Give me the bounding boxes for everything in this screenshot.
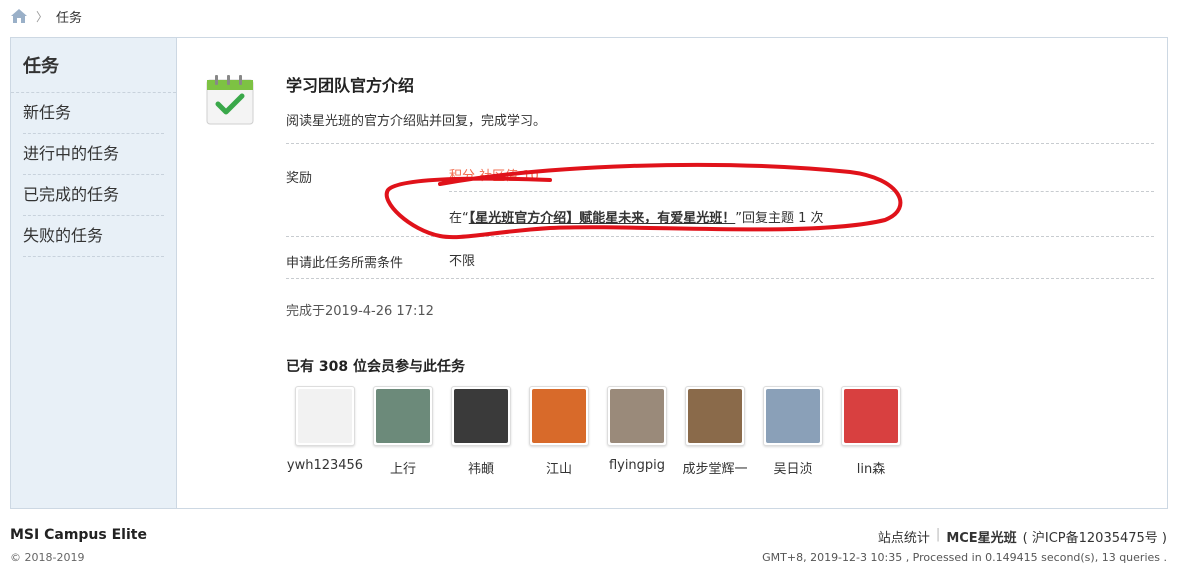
condition-value: 不限	[449, 254, 476, 269]
member-name[interactable]: 江山	[546, 458, 572, 477]
member-name[interactable]: flyingpig	[609, 458, 665, 473]
member-item[interactable]: flyingpig	[598, 386, 676, 477]
avatar[interactable]	[763, 386, 823, 446]
divider	[449, 191, 1154, 192]
member-item[interactable]: lin森	[832, 386, 910, 477]
member-item[interactable]: 江山	[520, 386, 598, 477]
member-name[interactable]: 祎頔	[468, 458, 494, 477]
avatar-image	[766, 389, 820, 443]
reward-value: 积分 社区值 10	[449, 169, 539, 184]
avatar-image	[454, 389, 508, 443]
member-name[interactable]: 吴日浈	[773, 458, 812, 477]
footer-separator: |	[935, 527, 941, 542]
sidebar-item-completed[interactable]: 已完成的任务	[23, 175, 164, 216]
breadcrumb-separator-icon: 〉	[36, 9, 49, 24]
sidebar-item-new[interactable]: 新任务	[23, 93, 164, 134]
avatar[interactable]	[295, 386, 355, 446]
sidebar: 任务 新任务 进行中的任务 已完成的任务 失败的任务	[11, 38, 177, 508]
requirement-thread-link[interactable]: 【星光班官方介绍】赋能星未来，有爱星光班！	[469, 211, 736, 226]
member-name[interactable]: lin森	[857, 458, 885, 477]
avatar[interactable]	[373, 386, 433, 446]
avatar-image	[532, 389, 586, 443]
icp-link[interactable]: ( 沪ICP备12035475号 )	[1023, 527, 1167, 546]
task-panel: 任务 新任务 进行中的任务 已完成的任务 失败的任务 学习团队官方介绍 阅读星光…	[10, 37, 1168, 509]
requirement: 在“【星光班官方介绍】赋能星未来，有爱星光班！”回复主题 1 次	[449, 207, 824, 226]
breadcrumb-current: 任务	[56, 10, 83, 26]
avatar[interactable]	[451, 386, 511, 446]
member-item[interactable]: ywh123456	[286, 386, 364, 477]
breadcrumb: 〉 任务	[10, 6, 82, 26]
calendar-check-icon	[206, 75, 254, 125]
home-icon[interactable]	[10, 8, 28, 24]
requirement-suffix: ”回复主题 1 次	[735, 211, 824, 226]
member-item[interactable]: 成步堂辉一	[676, 386, 754, 477]
reward-label: 奖励	[286, 171, 313, 186]
task-description: 阅读星光班的官方介绍贴并回复，完成学习。	[286, 114, 547, 129]
requirement-prefix: 在“	[449, 211, 469, 226]
completed-time: 完成于2019-4-26 17:12	[286, 304, 434, 319]
divider	[286, 143, 1154, 144]
member-list: ywh123456 上行 祎頔 江山 flyingpig 成步堂辉一 吴日浈 l…	[286, 386, 910, 477]
footer-links: 站点统计 | MCE星光班 ( 沪ICP备12035475号 )	[878, 527, 1167, 546]
member-item[interactable]: 祎頔	[442, 386, 520, 477]
divider	[286, 236, 1154, 237]
member-item[interactable]: 吴日浈	[754, 386, 832, 477]
member-item[interactable]: 上行	[364, 386, 442, 477]
site-name: MSI Campus Elite	[10, 527, 147, 543]
members-count-title: 已有 308 位会员参与此任务	[286, 359, 465, 375]
sidebar-item-failed[interactable]: 失败的任务	[23, 216, 164, 257]
divider	[286, 278, 1154, 279]
task-title: 学习团队官方介绍	[286, 76, 415, 95]
avatar-image	[298, 389, 352, 443]
avatar[interactable]	[529, 386, 589, 446]
site-stats-link[interactable]: 站点统计	[878, 527, 930, 546]
footer-processing-info: GMT+8, 2019-12-3 10:35 , Processed in 0.…	[762, 551, 1167, 564]
avatar[interactable]	[685, 386, 745, 446]
avatar-image	[376, 389, 430, 443]
member-name[interactable]: 上行	[390, 458, 416, 477]
copyright: © 2018-2019	[10, 551, 85, 564]
sidebar-item-in-progress[interactable]: 进行中的任务	[23, 134, 164, 175]
member-name[interactable]: 成步堂辉一	[682, 458, 747, 477]
task-detail: 学习团队官方介绍 阅读星光班的官方介绍贴并回复，完成学习。 奖励 积分 社区值 …	[201, 38, 1156, 508]
member-name[interactable]: ywh123456	[287, 458, 363, 473]
avatar[interactable]	[607, 386, 667, 446]
avatar-image	[610, 389, 664, 443]
avatar-image	[844, 389, 898, 443]
sidebar-title: 任务	[11, 38, 176, 93]
avatar-image	[688, 389, 742, 443]
brand-link[interactable]: MCE星光班	[946, 527, 1016, 546]
avatar[interactable]	[841, 386, 901, 446]
condition-label: 申请此任务所需条件	[286, 256, 404, 271]
